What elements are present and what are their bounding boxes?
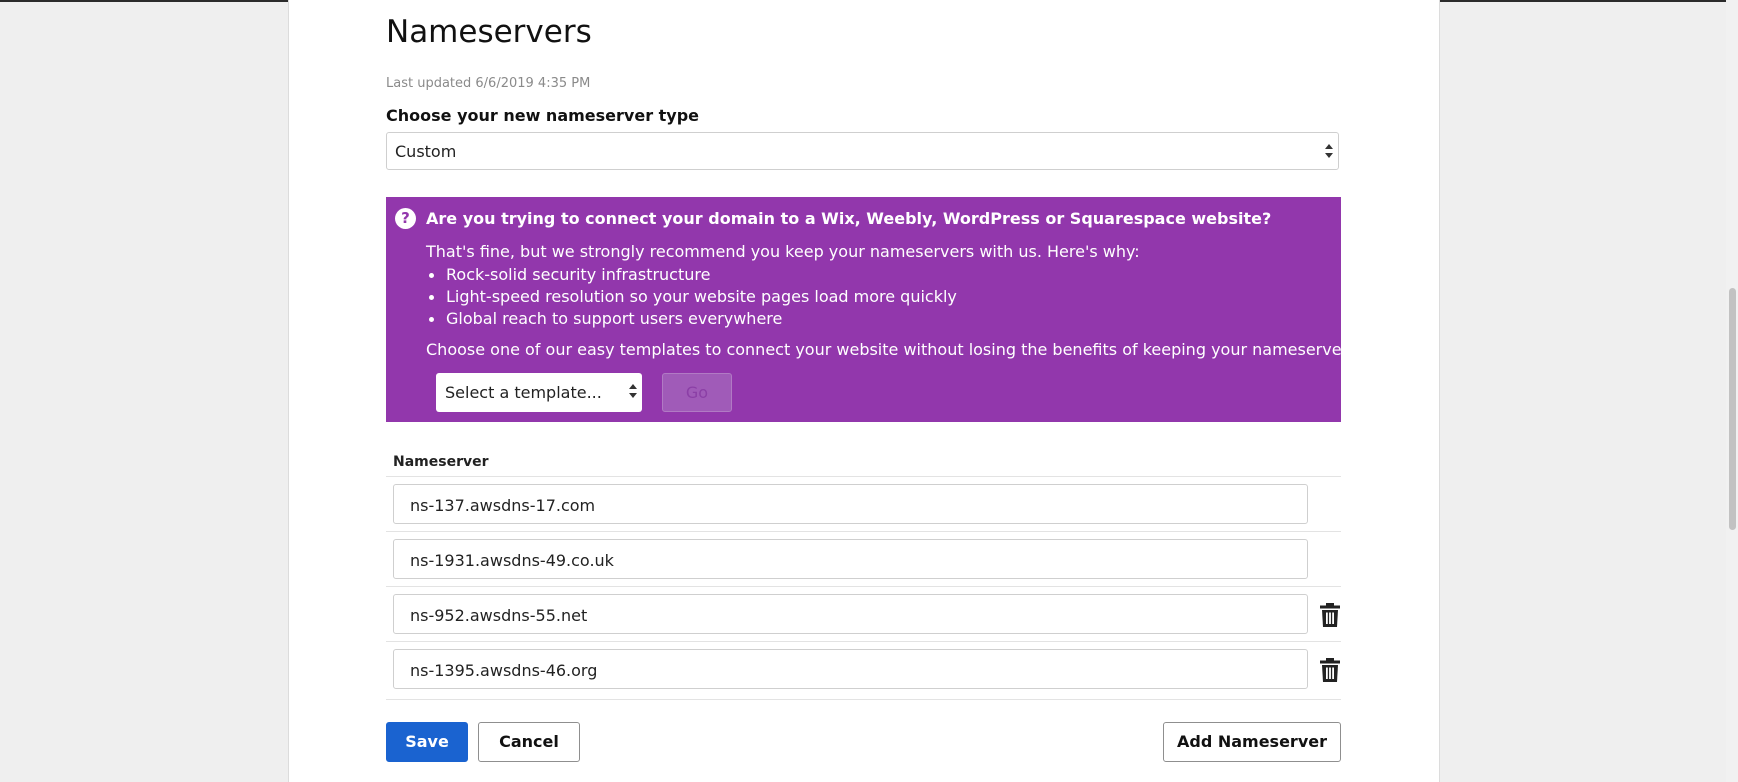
nameserver-type-select[interactable]: Custom	[386, 132, 1339, 170]
save-button[interactable]: Save	[386, 722, 468, 762]
table-row: ns-1395.awsdns-46.org	[386, 641, 1341, 697]
select-arrows-icon	[1325, 144, 1333, 160]
list-item: Global reach to support users everywhere	[426, 308, 957, 330]
nameserver-type-value: Custom	[395, 142, 457, 161]
nameserver-input[interactable]: ns-952.awsdns-55.net	[393, 594, 1308, 634]
nameserver-input[interactable]: ns-1931.awsdns-49.co.uk	[393, 539, 1308, 579]
page-title: Nameservers	[386, 14, 592, 50]
trash-icon[interactable]	[1319, 658, 1341, 682]
list-item: Light-speed resolution so your website p…	[426, 286, 957, 308]
trash-icon[interactable]	[1319, 603, 1341, 627]
reasons-list: Rock-solid security infrastructure Light…	[426, 264, 957, 330]
cancel-button[interactable]: Cancel	[478, 722, 580, 762]
nameserver-value: ns-1395.awsdns-46.org	[410, 661, 598, 680]
add-nameserver-button[interactable]: Add Nameserver	[1163, 722, 1341, 762]
list-item: Rock-solid security infrastructure	[426, 264, 957, 286]
banner-choose-text: Choose one of our easy templates to conn…	[426, 340, 1362, 359]
table-row: ns-1931.awsdns-49.co.uk	[386, 531, 1341, 587]
nameserver-column-header: Nameserver	[393, 454, 489, 470]
select-arrows-icon	[629, 384, 637, 400]
template-select[interactable]: Select a template...	[436, 373, 642, 412]
table-divider	[386, 699, 1341, 700]
table-row: ns-952.awsdns-55.net	[386, 586, 1341, 642]
nameserver-value: ns-1931.awsdns-49.co.uk	[410, 551, 614, 570]
table-row: ns-137.awsdns-17.com	[386, 476, 1341, 532]
page-scrollbar[interactable]	[1726, 0, 1738, 782]
nameserver-value: ns-952.awsdns-55.net	[410, 606, 588, 625]
last-updated-text: Last updated 6/6/2019 4:35 PM	[386, 76, 591, 91]
nameserver-input[interactable]: ns-137.awsdns-17.com	[393, 484, 1308, 524]
scrollbar-thumb[interactable]	[1729, 288, 1736, 530]
nameserver-input[interactable]: ns-1395.awsdns-46.org	[393, 649, 1308, 689]
banner-title: Are you trying to connect your domain to…	[426, 209, 1272, 228]
nameserver-type-label: Choose your new nameserver type	[386, 106, 700, 125]
nameserver-value: ns-137.awsdns-17.com	[410, 496, 596, 515]
website-connect-banner: ? Are you trying to connect your domain …	[386, 197, 1362, 422]
banner-intro: That's fine, but we strongly recommend y…	[426, 242, 1140, 261]
template-select-value: Select a template...	[445, 383, 602, 402]
main-panel: Nameservers Last updated 6/6/2019 4:35 P…	[288, 0, 1440, 782]
question-circle-icon: ?	[395, 208, 416, 229]
go-button[interactable]: Go	[662, 373, 732, 412]
